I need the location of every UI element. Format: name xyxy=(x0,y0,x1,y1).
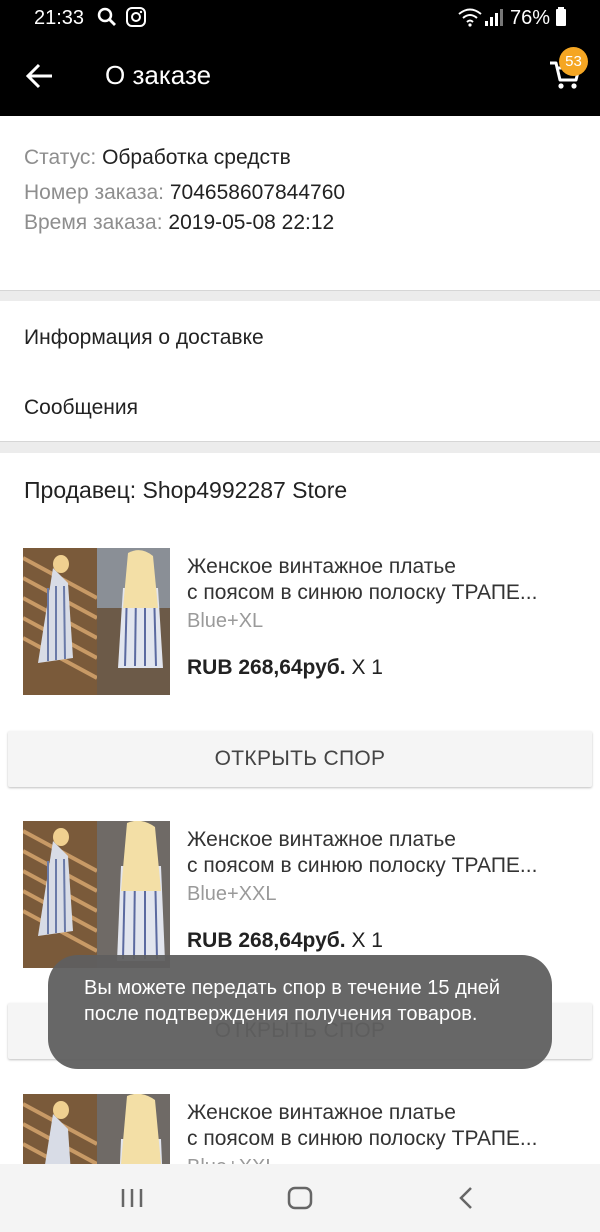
toast-message: Вы можете передать спор в течение 15 дне… xyxy=(48,955,552,1069)
product-title-line: Женское винтажное платье xyxy=(187,828,456,851)
order-number-label: Номер заказа: xyxy=(24,181,165,204)
product-quantity: X 1 xyxy=(351,656,383,679)
order-info: Статус: Обработка средств Номер заказа: … xyxy=(0,116,600,290)
battery-level: 76% xyxy=(509,7,550,29)
open-dispute-button[interactable]: ОТКРЫТЬ СПОР xyxy=(8,731,592,787)
cart-count-badge: 53 xyxy=(559,47,588,76)
search-icon xyxy=(97,7,116,26)
product-title[interactable]: Женское винтажное платье с поясом в синю… xyxy=(187,554,577,606)
order-time-value: 2019-05-08 22:12 xyxy=(168,211,335,234)
product-image[interactable] xyxy=(23,548,170,695)
battery-icon xyxy=(556,7,566,26)
signal-icon xyxy=(485,9,503,26)
product-title[interactable]: Женское винтажное платье с поясом в синю… xyxy=(187,827,577,879)
system-nav-bar xyxy=(0,1164,600,1232)
order-time-row: Время заказа: 2019-05-08 22:12 xyxy=(24,211,334,235)
status-value: Обработка средств xyxy=(102,146,291,169)
messages-link[interactable]: Сообщения xyxy=(24,396,138,420)
instagram-icon xyxy=(126,7,146,27)
recent-apps-icon[interactable] xyxy=(120,1186,144,1210)
home-icon[interactable] xyxy=(287,1186,313,1210)
divider xyxy=(0,441,600,453)
divider xyxy=(0,290,600,301)
product-title[interactable]: Женское винтажное платье с поясом в синю… xyxy=(187,1100,577,1152)
order-number-row: Номер заказа: 704658607844760 xyxy=(24,181,345,205)
product-title-line: с поясом в синюю полоску ТРАПЕ... xyxy=(187,854,538,877)
status-bar: 21:33 76% xyxy=(0,0,600,36)
product-item[interactable]: Женское винтажное платье с поясом в синю… xyxy=(0,1094,600,1164)
app-bar: О заказе 53 xyxy=(0,36,600,116)
wifi-icon xyxy=(458,8,482,27)
product-price: RUB 268,64руб. xyxy=(187,656,346,679)
product-variant: Blue+XXL xyxy=(187,1156,277,1164)
product-item[interactable]: Женское винтажное платье с поясом в синю… xyxy=(0,548,600,708)
order-status-row: Статус: Обработка средств xyxy=(24,146,291,170)
product-title-line: Женское винтажное платье xyxy=(187,555,456,578)
product-title-line: с поясом в синюю полоску ТРАПЕ... xyxy=(187,1127,538,1150)
product-variant: Blue+XXL xyxy=(187,883,277,905)
clock: 21:33 xyxy=(34,7,85,29)
back-nav-icon[interactable] xyxy=(456,1186,476,1210)
product-price-row: RUB 268,64руб. X 1 xyxy=(187,656,383,680)
product-price: RUB 268,64руб. xyxy=(187,929,346,952)
order-time-label: Время заказа: xyxy=(24,211,163,234)
page-title: О заказе xyxy=(105,60,212,90)
delivery-info-link[interactable]: Информация о доставке xyxy=(24,326,264,350)
product-variant: Blue+XL xyxy=(187,610,264,632)
product-title-line: Женское винтажное платье xyxy=(187,1101,456,1124)
product-image[interactable] xyxy=(23,821,170,968)
product-title-line: с поясом в синюю полоску ТРАПЕ... xyxy=(187,581,538,604)
back-arrow-icon[interactable] xyxy=(24,60,56,92)
status-label: Статус: xyxy=(24,146,97,169)
order-number-value: 704658607844760 xyxy=(169,181,346,204)
seller-name[interactable]: Продавец: Shop4992287 Store xyxy=(24,477,347,504)
product-price-row: RUB 268,64руб. X 1 xyxy=(187,929,383,953)
product-quantity: X 1 xyxy=(351,929,383,952)
product-image[interactable] xyxy=(23,1094,170,1164)
